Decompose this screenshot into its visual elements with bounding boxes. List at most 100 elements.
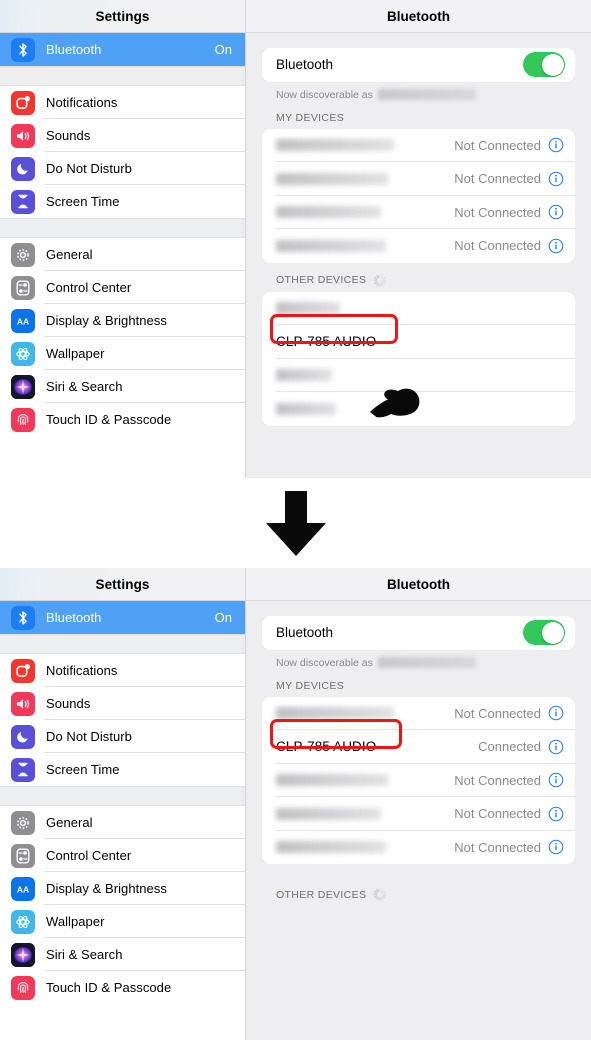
info-icon[interactable]	[548, 806, 564, 822]
sidebar-item-label: Do Not Disturb	[46, 161, 132, 176]
info-icon[interactable]	[548, 171, 564, 187]
sidebar-item-label: Siri & Search	[46, 947, 123, 962]
detail-header: Bluetooth	[246, 0, 591, 33]
sidebar-item-label: Bluetooth	[46, 610, 102, 625]
sidebar-item-display-brightness[interactable]: AA Display & Brightness	[0, 304, 245, 337]
sounds-icon	[11, 691, 35, 716]
screen-time-icon	[11, 757, 35, 782]
device-status: Not Connected	[454, 705, 541, 721]
device-row[interactable]: CLP-785 AUDIO Connected	[262, 730, 575, 764]
touch-id-passcode-icon	[11, 975, 35, 1000]
bluetooth-toggle-row-2[interactable]: Bluetooth	[262, 616, 575, 650]
sidebar-item-wallpaper[interactable]: Wallpaper	[0, 337, 245, 370]
sidebar-item-touch-id-passcode[interactable]: Touch ID & Passcode	[0, 403, 245, 436]
wallpaper-icon	[11, 909, 35, 934]
detail-title: Bluetooth	[387, 8, 450, 24]
device-row[interactable]: Not Connected	[262, 162, 575, 196]
display-brightness-icon: AA	[11, 876, 35, 901]
device-row[interactable]: CLP-785 AUDIO	[262, 325, 575, 359]
screenshot-root: Settings Bluetooth On Notifications Sounds D…	[0, 0, 591, 1040]
device-name: CLP-785 AUDIO	[276, 334, 377, 350]
info-icon[interactable]	[548, 204, 564, 220]
device-status: Not Connected	[454, 137, 541, 153]
sidebar-item-screen-time[interactable]: Screen Time	[0, 753, 245, 786]
device-row[interactable]: Not Connected	[262, 196, 575, 229]
sidebar-item-general[interactable]: General	[0, 806, 245, 839]
bluetooth-detail-step2: Bluetooth Bluetooth Now discoverable as …	[246, 568, 591, 1040]
sidebar-item-touch-id-passcode[interactable]: Touch ID & Passcode	[0, 971, 245, 1004]
sidebar-item-label: Control Center	[46, 848, 132, 863]
bluetooth-toggle[interactable]	[523, 52, 565, 78]
info-icon[interactable]	[548, 739, 564, 755]
sidebar-item-label: Display & Brightness	[46, 881, 167, 896]
sidebar-item-siri-search[interactable]: Siri & Search	[0, 370, 245, 403]
device-row[interactable]	[262, 292, 575, 325]
other-devices-label: OTHER DEVICES	[276, 274, 367, 286]
notifications-icon	[11, 658, 35, 683]
device-row[interactable]: Not Connected	[262, 764, 575, 797]
step-arrow-container	[0, 488, 591, 560]
page-title: Settings	[95, 8, 150, 24]
device-status: Not Connected	[454, 238, 541, 254]
info-icon[interactable]	[548, 137, 564, 153]
device-row[interactable]: Not Connected	[262, 129, 575, 162]
screen-time-icon	[11, 189, 35, 214]
down-arrow-icon	[265, 491, 326, 556]
sidebar-item-sounds[interactable]: Sounds	[0, 119, 245, 152]
info-icon[interactable]	[548, 705, 564, 721]
sidebar-group-divider	[0, 218, 245, 238]
step2-panel: Settings Bluetooth On Notifications Sounds D…	[0, 568, 591, 1040]
sidebar-item-label: Wallpaper	[46, 346, 105, 361]
bluetooth-toggle-2[interactable]	[523, 620, 565, 646]
device-row[interactable]: Not Connected	[262, 697, 575, 730]
wallpaper-icon	[11, 341, 35, 366]
detail-title-2: Bluetooth	[387, 576, 450, 592]
device-row[interactable]: Not Connected	[262, 229, 575, 263]
sidebar-item-label: Notifications	[46, 663, 118, 678]
device-name-redacted	[276, 841, 386, 854]
sidebar-item-notifications[interactable]: Notifications	[0, 86, 245, 119]
bluetooth-toggle-row[interactable]: Bluetooth	[262, 48, 575, 82]
sidebar-group-divider	[0, 634, 245, 654]
sidebar-item-label: Sounds	[46, 128, 91, 143]
sidebar-item-wallpaper[interactable]: Wallpaper	[0, 905, 245, 938]
sidebar-item-display-brightness[interactable]: AA Display & Brightness	[0, 872, 245, 905]
svg-text:AA: AA	[17, 316, 29, 326]
sidebar-item-general[interactable]: General	[0, 238, 245, 271]
scanning-spinner-icon	[373, 273, 387, 287]
step1-panel: Settings Bluetooth On Notifications Sounds D…	[0, 0, 591, 478]
device-name-redacted	[276, 239, 386, 252]
device-row[interactable]: Not Connected	[262, 831, 575, 865]
device-name-redacted	[276, 807, 381, 820]
device-status: Not Connected	[454, 772, 541, 788]
sidebar-item-notifications[interactable]: Notifications	[0, 654, 245, 687]
discoverable-note-2: Now discoverable as	[262, 650, 575, 669]
sidebar-item-control-center[interactable]: Control Center	[0, 271, 245, 304]
settings-sidebar-step1: Settings Bluetooth On Notifications Sounds D…	[0, 0, 246, 478]
sidebar-item-bluetooth[interactable]: Bluetooth On	[0, 601, 245, 634]
sidebar-item-sounds[interactable]: Sounds	[0, 687, 245, 720]
sidebar-header-2: Settings	[0, 568, 245, 601]
other-devices-label-2: OTHER DEVICES	[276, 888, 367, 901]
sidebar-item-bluetooth[interactable]: Bluetooth On	[0, 33, 245, 66]
notifications-icon	[11, 90, 35, 115]
sidebar-item-do-not-disturb[interactable]: Do Not Disturb	[0, 720, 245, 753]
device-name-redacted	[276, 139, 394, 152]
sidebar-item-screen-time[interactable]: Screen Time	[0, 185, 245, 218]
device-name-redacted	[276, 302, 340, 315]
sidebar-list: Bluetooth On Notifications Sounds Do Not Dis…	[0, 33, 245, 436]
general-gear-icon	[11, 810, 35, 835]
device-row[interactable]: Not Connected	[262, 797, 575, 831]
my-devices-list: Not Connected Not Connected Not Connected N…	[262, 128, 575, 263]
sidebar-group-divider	[0, 786, 245, 806]
sidebar-item-siri-search[interactable]: Siri & Search	[0, 938, 245, 971]
info-icon[interactable]	[548, 238, 564, 254]
device-name-redacted	[276, 707, 394, 720]
info-icon[interactable]	[548, 772, 564, 788]
info-icon[interactable]	[548, 839, 564, 855]
sidebar-item-control-center[interactable]: Control Center	[0, 839, 245, 872]
sidebar-item-label: Touch ID & Passcode	[46, 980, 172, 995]
sidebar-item-do-not-disturb[interactable]: Do Not Disturb	[0, 152, 245, 185]
sidebar-item-label: General	[46, 815, 93, 830]
my-devices-label: MY DEVICES	[276, 111, 345, 124]
